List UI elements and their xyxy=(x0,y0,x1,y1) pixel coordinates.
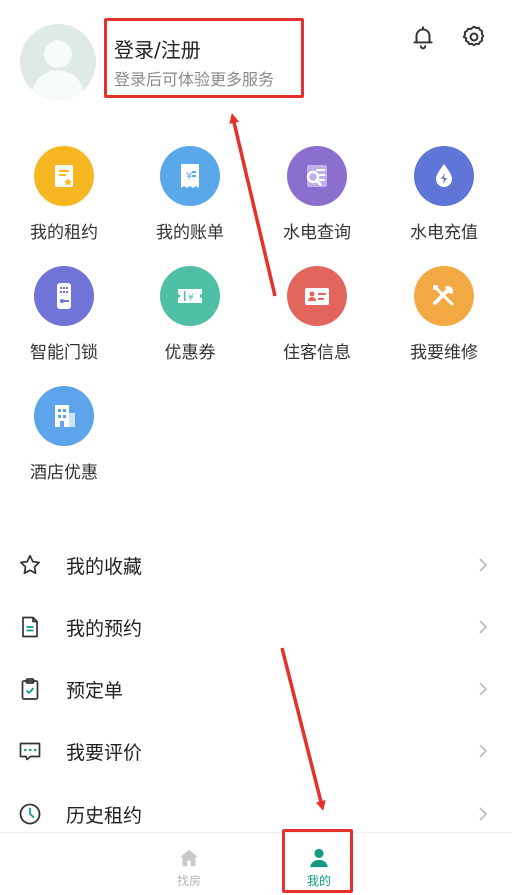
chevron-right-icon xyxy=(479,558,488,572)
bill-icon: ¥ xyxy=(160,146,220,206)
svg-text:¥: ¥ xyxy=(188,293,194,303)
list-item-favorites[interactable]: 我的收藏 xyxy=(0,534,512,596)
grid-item-hotel-offers[interactable]: 酒店优惠 xyxy=(4,386,124,483)
grid-item-label: 水电查询 xyxy=(283,223,351,243)
avatar-body xyxy=(32,70,84,100)
tab-find-house[interactable]: 找房 xyxy=(159,833,219,893)
login-subtitle: 登录后可体验更多服务 xyxy=(114,70,275,89)
list-item-label: 我的预约 xyxy=(66,618,143,640)
chevron-right-icon xyxy=(479,620,488,634)
coupon-icon: ¥ xyxy=(160,266,220,326)
tab-highlight-box xyxy=(282,829,353,893)
grid-item-utility-recharge[interactable]: 水电充值 xyxy=(384,146,504,243)
gear-icon[interactable] xyxy=(461,24,487,50)
list-item-label: 历史租约 xyxy=(66,805,143,827)
grid-item-coupon[interactable]: ¥ 优惠券 xyxy=(130,266,250,363)
grid-item-label: 住客信息 xyxy=(283,343,351,363)
list-item-label: 预定单 xyxy=(66,680,124,702)
grid-item-label: 优惠券 xyxy=(164,343,216,363)
id-card-icon xyxy=(287,266,347,326)
svg-text:¥: ¥ xyxy=(186,171,192,182)
chevron-right-icon xyxy=(479,682,488,696)
grid-item-label: 酒店优惠 xyxy=(30,463,98,483)
list-item-label: 我要评价 xyxy=(66,742,143,764)
grid-item-contract[interactable]: 我的租约 xyxy=(4,146,124,243)
bottom-tab-bar: 找房 我的 xyxy=(0,832,512,895)
list-item-reviews[interactable]: 我要评价 xyxy=(0,720,512,782)
avatar[interactable] xyxy=(20,24,96,100)
grid-item-label: 智能门锁 xyxy=(30,343,98,363)
clipboard-check-icon xyxy=(21,678,39,700)
grid-item-label: 我的账单 xyxy=(156,223,224,243)
bell-icon[interactable] xyxy=(410,24,436,50)
utility-query-icon xyxy=(287,146,347,206)
grid-item-label: 我要维修 xyxy=(410,343,478,363)
contract-icon xyxy=(34,146,94,206)
grid-item-label: 我的租约 xyxy=(30,223,98,243)
clock-icon xyxy=(19,803,41,825)
smart-lock-icon xyxy=(34,266,94,326)
water-drop-icon xyxy=(414,146,474,206)
hotel-icon xyxy=(34,386,94,446)
list-item-reservations[interactable]: 预定单 xyxy=(0,658,512,720)
grid-item-repair[interactable]: 我要维修 xyxy=(384,266,504,363)
grid-item-utility-query[interactable]: 水电查询 xyxy=(257,146,377,243)
tab-label: 找房 xyxy=(176,874,201,888)
chevron-right-icon xyxy=(479,744,488,758)
grid-item-smart-lock[interactable]: 智能门锁 xyxy=(4,266,124,363)
star-icon xyxy=(20,554,40,575)
list-item-appointments[interactable]: 我的预约 xyxy=(0,596,512,658)
repair-tools-icon xyxy=(414,266,474,326)
document-icon xyxy=(22,616,38,638)
chevron-right-icon xyxy=(479,807,488,821)
list-item-label: 我的收藏 xyxy=(66,556,143,578)
house-icon xyxy=(180,849,198,867)
avatar-head xyxy=(44,40,72,68)
grid-item-bill[interactable]: ¥ 我的账单 xyxy=(130,146,250,243)
login-register-link[interactable]: 登录/注册 xyxy=(114,34,201,63)
grid-item-label: 水电充值 xyxy=(410,223,478,243)
comment-icon xyxy=(19,742,41,761)
grid-item-guest-info[interactable]: 住客信息 xyxy=(257,266,377,363)
